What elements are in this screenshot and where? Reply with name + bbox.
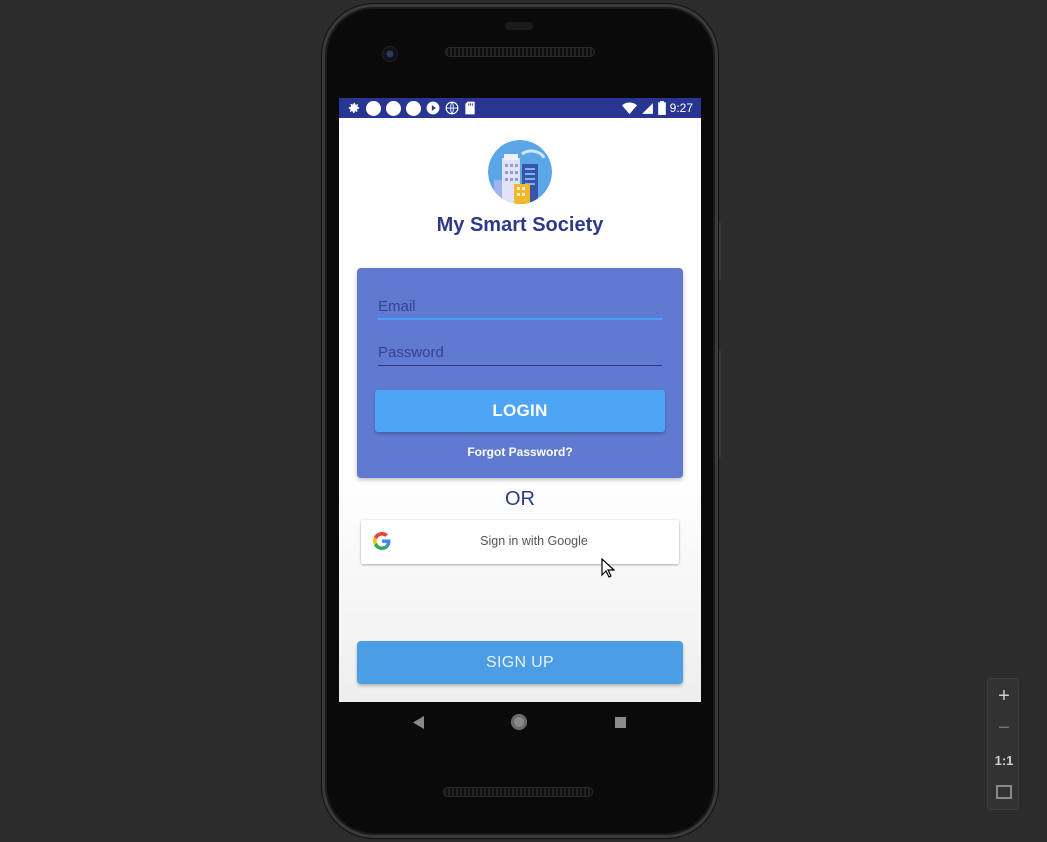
fit-screen-icon [996, 785, 1012, 799]
city-buildings-icon [488, 140, 552, 204]
emulator-zoom-panel: + − 1:1 [987, 678, 1019, 810]
notification-dot-icon [406, 100, 421, 116]
status-bar: 9:27 [339, 98, 701, 118]
notification-dot-icon [386, 100, 401, 116]
status-bar-notifications [347, 100, 476, 116]
sign-up-button[interactable]: SIGN UP [357, 641, 683, 684]
forgot-password-link[interactable]: Forgot Password? [357, 445, 683, 459]
email-field[interactable] [378, 294, 662, 320]
play-icon [426, 101, 440, 115]
recents-icon[interactable] [615, 717, 626, 728]
zoom-out-button[interactable]: − [988, 713, 1020, 743]
google-sign-in-label: Sign in with Google [480, 534, 588, 548]
battery-icon [657, 101, 666, 115]
android-nav-bar [339, 702, 701, 742]
settings-icon [347, 101, 361, 115]
status-bar-system: 9:27 [621, 101, 693, 115]
wifi-icon [621, 102, 637, 115]
fit-screen-button[interactable] [988, 778, 1020, 808]
notification-dot-icon [366, 100, 381, 116]
status-time: 9:27 [669, 101, 693, 115]
actual-size-button[interactable]: 1:1 [988, 746, 1020, 776]
bottom-speaker-grille [443, 787, 593, 797]
login-card: LOGIN Forgot Password? [357, 268, 683, 478]
mouse-cursor-icon [601, 557, 616, 578]
back-icon[interactable] [413, 716, 425, 734]
top-speaker-grille [445, 47, 595, 57]
front-camera-icon [382, 46, 398, 62]
app-title: My Smart Society [436, 214, 604, 236]
zoom-in-button[interactable]: + [988, 681, 1020, 711]
or-divider-label: OR [505, 488, 535, 510]
globe-icon [445, 101, 459, 115]
earpiece-notch [505, 22, 533, 30]
sd-card-icon [464, 101, 476, 115]
home-icon[interactable] [511, 714, 527, 730]
google-sign-in-button[interactable]: Sign in with Google [361, 520, 679, 564]
emulator-stage: 9:27 My Smart Society Email LOGIN Forgot… [0, 0, 1047, 842]
phone-screen: 9:27 My Smart Society Email LOGIN Forgot… [339, 98, 701, 702]
cell-signal-icon [641, 102, 654, 115]
login-button[interactable]: LOGIN [375, 390, 665, 432]
password-field[interactable] [378, 340, 662, 366]
